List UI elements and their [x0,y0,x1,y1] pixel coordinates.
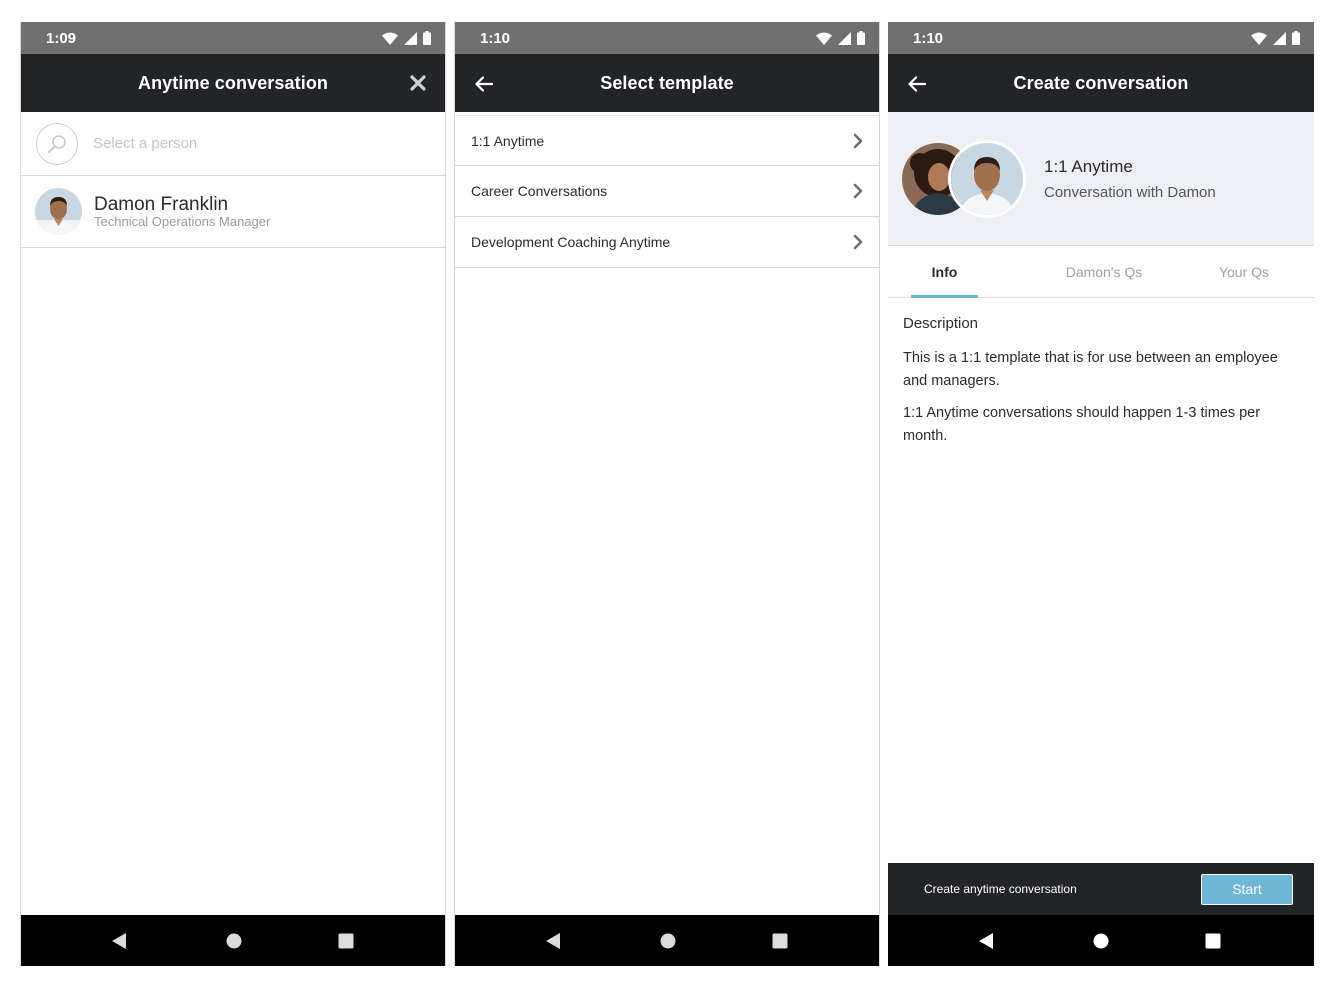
nav-recents-icon [1205,933,1221,949]
search-input[interactable] [93,135,393,152]
status-bar: 1:10 [888,22,1314,54]
tab-info[interactable]: Info [888,246,1001,298]
app-bar: Select template [455,54,879,112]
template-label: Career Conversations [471,183,608,199]
signal-icon [1273,31,1286,45]
battery-icon [1292,31,1300,45]
search-row [21,112,445,176]
wifi-icon [1251,32,1267,45]
wifi-icon [382,32,398,45]
page-title: Create conversation [1013,72,1189,93]
status-icons [382,31,431,45]
nav-home-button[interactable] [225,932,243,950]
page-title: Select template [600,72,734,93]
participant-avatars [900,139,1028,218]
app-bar: Create conversation [888,54,1314,112]
nav-home-icon [226,933,242,949]
chevron-right-icon [853,133,863,148]
wifi-icon [816,32,832,45]
conversation-title: 1:1 Anytime [1044,156,1133,176]
status-icons [1251,31,1300,45]
template-item-development-coaching-anytime[interactable]: Development Coaching Anytime [455,217,879,268]
conversation-header-text: 1:1 Anytime Conversation with Damon [1044,157,1216,201]
search-icon [48,134,66,153]
back-arrow-icon [475,76,493,92]
system-nav-bar [888,915,1314,966]
system-nav-bar [455,915,879,966]
nav-back-button[interactable] [977,932,995,950]
status-time: 1:10 [913,29,944,47]
status-icons [816,31,865,45]
conversation-header-card: 1:1 Anytime Conversation with Damon [888,112,1314,246]
back-arrow-icon [908,76,926,92]
conversation-subtitle: Conversation with Damon [1044,183,1216,201]
info-content: Description This is a 1:1 template that … [888,298,1314,448]
status-bar: 1:09 [21,22,445,54]
person-name: Damon Franklin [94,193,229,215]
status-time: 1:09 [46,29,77,47]
person-role: Technical Operations Manager [94,213,271,229]
battery-icon [423,31,431,45]
person-list-item[interactable]: Damon Franklin Technical Operations Mana… [21,176,445,248]
chevron-right-icon [853,234,863,250]
tab-damons-qs-label: Damon's Qs [1065,263,1143,280]
nav-back-icon [112,933,126,949]
signal-icon [838,31,851,45]
person-text: Damon Franklin Technical Operations Mana… [94,193,271,229]
signal-icon [404,31,417,45]
create-action-bar: Create anytime conversation Start [888,863,1314,915]
phone-screen-create-conversation: 1:10 Create conversation 1:1 Anytime Con… [888,22,1314,966]
nav-recents-icon [338,933,354,949]
nav-back-button[interactable] [110,932,128,950]
avatar [35,188,82,235]
nav-home-icon [660,933,676,949]
nav-back-button[interactable] [544,932,562,950]
close-button[interactable] [405,70,431,96]
search-icon-circle [36,122,78,165]
nav-recents-button[interactable] [1204,932,1222,950]
app-bar: Anytime conversation [21,54,445,112]
template-item-1-1-anytime[interactable]: 1:1 Anytime [455,115,879,166]
tab-damons-qs[interactable]: Damon's Qs [1001,246,1207,297]
battery-icon [857,31,865,45]
tab-active-indicator [911,295,978,298]
tab-bar: Info Damon's Qs Your Qs [888,246,1314,298]
avatar-damon [948,139,1026,218]
template-list: 1:1 Anytime Career Conversations Develop… [455,115,879,268]
create-action-label: Create anytime conversation [924,882,1077,896]
nav-back-icon [979,933,993,949]
description-paragraph: 1:1 Anytime conversations should happen … [903,405,1261,444]
nav-back-icon [546,933,560,949]
tab-your-qs[interactable]: Your Qs [1207,246,1281,297]
nav-recents-icon [772,933,788,949]
phone-screen-select-template: 1:10 Select template 1:1 Anytime Career … [454,22,880,966]
system-nav-bar [21,915,445,966]
nav-home-button[interactable] [1092,932,1110,950]
template-item-career-conversations[interactable]: Career Conversations [455,166,879,217]
nav-home-icon [1093,933,1109,949]
template-label: Development Coaching Anytime [471,234,671,250]
description-heading: Description [903,315,979,332]
status-time: 1:10 [480,29,511,47]
chevron-right-icon [853,183,863,199]
description-paragraph: This is a 1:1 template that is for use b… [903,350,1278,389]
tab-your-qs-label: Your Qs [1218,263,1270,280]
nav-home-button[interactable] [659,932,677,950]
start-button[interactable]: Start [1201,873,1293,905]
phone-screen-anytime-conversation: 1:09 Anytime conversation Select a perso… [20,22,446,966]
tab-info-label: Info [931,263,958,280]
close-icon [410,75,426,91]
status-bar: 1:10 [455,22,879,54]
back-button[interactable] [471,71,497,97]
template-label: 1:1 Anytime [471,132,545,149]
nav-recents-button[interactable] [771,932,789,950]
back-button[interactable] [904,71,930,97]
page-title: Anytime conversation [137,72,329,93]
nav-recents-button[interactable] [337,932,355,950]
